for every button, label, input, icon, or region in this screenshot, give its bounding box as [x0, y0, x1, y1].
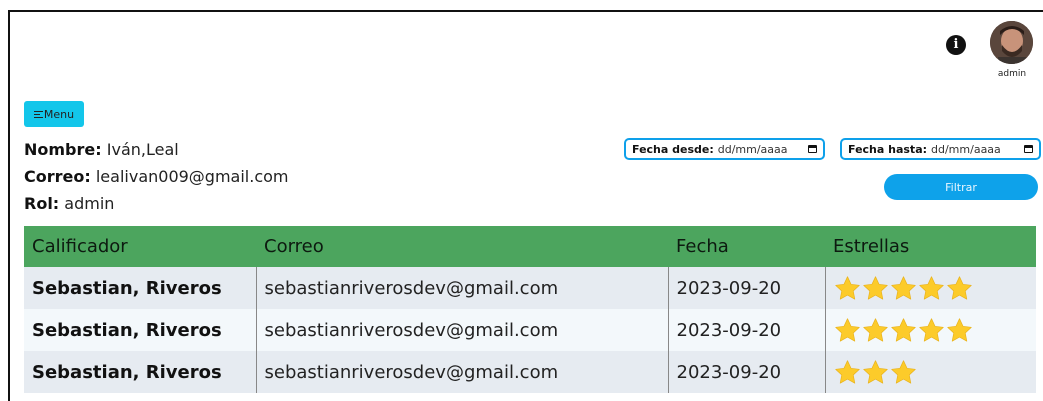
table-header-row: Calificador Correo Fecha Estrellas [24, 226, 1036, 267]
star-icon [834, 359, 860, 384]
star-icon [862, 317, 888, 342]
email-value: lealivan009@gmail.com [95, 167, 289, 186]
date-from-value[interactable]: dd/mm/aaaa [718, 143, 804, 156]
menu-button[interactable]: Menu [24, 101, 84, 127]
star-icon [890, 359, 916, 384]
date-to-value[interactable]: dd/mm/aaaa [931, 143, 1020, 156]
user-avatar[interactable] [990, 21, 1033, 64]
filter-button[interactable]: Filtrar [884, 174, 1038, 200]
star-icon [862, 359, 888, 384]
rating-stars-cell [825, 309, 1036, 351]
rating-stars-cell [825, 267, 1036, 309]
star-icon [946, 317, 972, 342]
rater-name-cell: Sebastian, Riveros [24, 267, 257, 309]
rater-email-cell: sebastianriverosdev@gmail.com [256, 309, 669, 351]
role-value: admin [64, 194, 115, 213]
date-from-label: Fecha desde: [632, 142, 714, 156]
rating-stars-cell [825, 351, 1036, 393]
menu-button-label: Menu [43, 107, 75, 121]
star-icon [834, 317, 860, 342]
email-label: Correo: [24, 167, 91, 186]
rater-name-cell: Sebastian, Riveros [24, 309, 257, 351]
role-label: Rol: [24, 194, 60, 213]
column-header: Estrellas [825, 226, 1036, 267]
star-icon [890, 317, 916, 342]
date-to-label: Fecha hasta: [848, 142, 928, 156]
hamburger-icon [33, 110, 43, 119]
star-icon [862, 275, 888, 300]
table-row: Sebastian, Riveros sebastianriverosdev@gm… [24, 309, 1036, 351]
rating-date-cell: 2023-09-20 [668, 309, 826, 351]
avatar-label: admin [997, 69, 1027, 79]
rating-date-cell: 2023-09-20 [668, 267, 826, 309]
rater-email-cell: sebastianriverosdev@gmail.com [256, 267, 669, 309]
date-from-input[interactable]: Fecha desde: dd/mm/aaaa [624, 138, 825, 160]
table-row: Sebastian, Riveros sebastianriverosdev@gm… [24, 267, 1036, 309]
ratings-table: Calificador Correo Fecha Estrellas Sebas… [24, 226, 1036, 393]
name-value: Iván,Leal [106, 140, 179, 159]
info-icon[interactable]: i [946, 35, 966, 55]
star-icon [918, 317, 944, 342]
rater-email-cell: sebastianriverosdev@gmail.com [256, 351, 669, 393]
name-label: Nombre: [24, 140, 102, 159]
star-icon [946, 275, 972, 300]
column-header: Correo [256, 226, 668, 267]
rating-date-cell: 2023-09-20 [668, 351, 826, 393]
profile-role: Rol: admin [24, 194, 114, 213]
column-header: Calificador [24, 226, 256, 267]
star-icon [834, 275, 860, 300]
column-header: Fecha [668, 226, 825, 267]
star-icon [918, 275, 944, 300]
profile-name: Nombre: Iván,Leal [24, 140, 179, 159]
calendar-icon[interactable] [1024, 145, 1033, 153]
calendar-icon[interactable] [808, 145, 817, 153]
star-icon [890, 275, 916, 300]
table-row: Sebastian, Riveros sebastianriverosdev@gm… [24, 351, 1036, 393]
profile-email: Correo: lealivan009@gmail.com [24, 167, 289, 186]
date-to-input[interactable]: Fecha hasta: dd/mm/aaaa [840, 138, 1041, 160]
rater-name-cell: Sebastian, Riveros [24, 351, 257, 393]
